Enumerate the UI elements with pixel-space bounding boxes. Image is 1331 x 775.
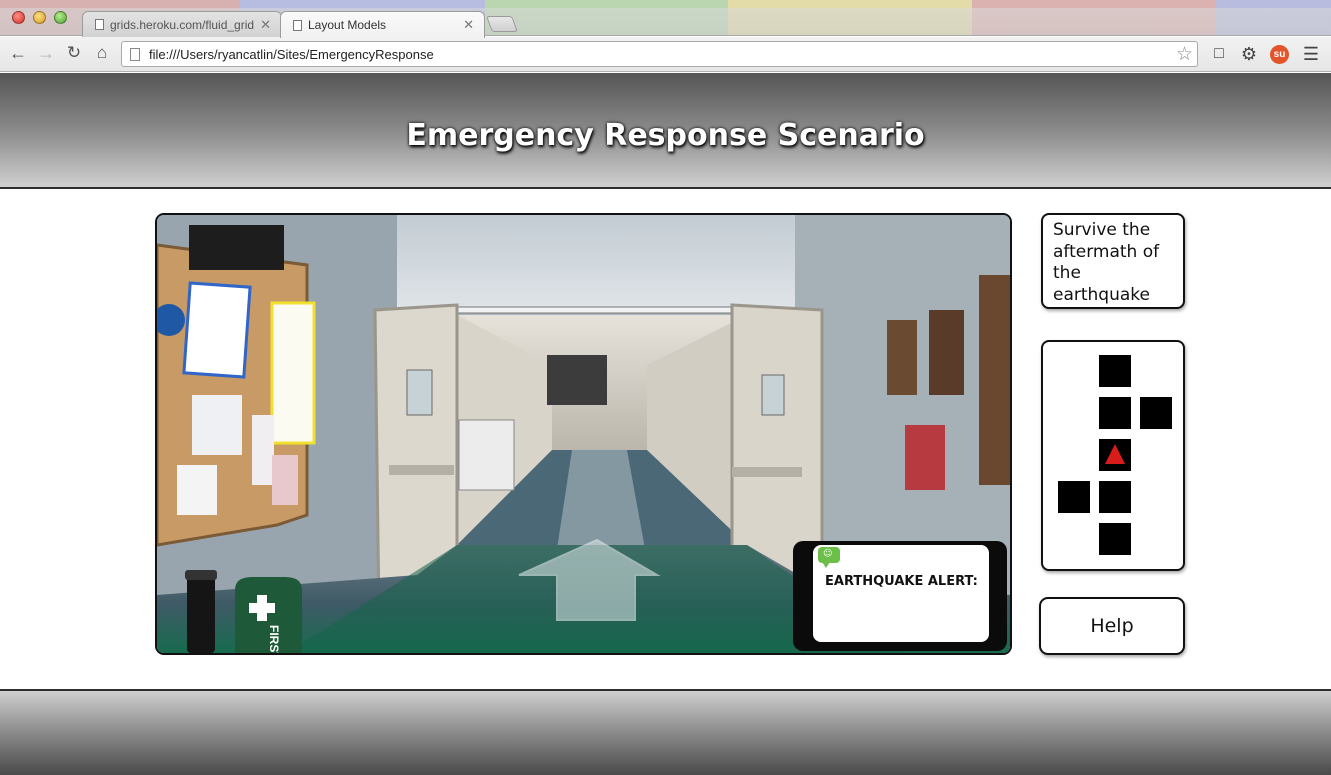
address-bar[interactable]: file:///Users/ryancatlin/Sites/Emergency… <box>121 41 1198 67</box>
page-header: Emergency Response Scenario <box>0 73 1331 189</box>
tab-title: Layout Models <box>308 18 387 32</box>
star-icon[interactable]: ☆ <box>1176 43 1193 66</box>
stumbleupon-icon[interactable]: su <box>1270 45 1289 64</box>
minimap-room <box>1099 355 1131 387</box>
objective-panel: Survive the aftermath of the earthquake <box>1041 213 1185 309</box>
page-icon <box>95 19 104 30</box>
browser-toolbar: ← → ↻ ⌂ file:///Users/ryancatlin/Sites/E… <box>0 37 1331 72</box>
help-button[interactable]: Help <box>1039 597 1185 655</box>
alert-panel: ☺ EARTHQUAKE ALERT: <box>793 541 1007 651</box>
first-aid-kit-item[interactable] <box>235 577 303 653</box>
zoom-window-button[interactable] <box>54 11 67 24</box>
reload-icon[interactable]: ↻ <box>63 42 85 64</box>
tab-title: grids.heroku.com/fluid_grid <box>110 17 255 32</box>
scene-view: FIRST AID ☺ EARTHQUAKE ALERT: <box>155 213 1012 655</box>
gear-icon[interactable]: ⚙ <box>1239 44 1259 64</box>
objective-text: Survive the aftermath of the earthquake <box>1053 220 1160 305</box>
forward-arrow-icon[interactable]: → <box>35 42 57 64</box>
minimap-room <box>1099 481 1131 513</box>
minimap-room <box>1058 481 1090 513</box>
chat-bubble-icon: ☺ <box>818 547 840 568</box>
minimap-room <box>1140 397 1172 429</box>
close-window-button[interactable] <box>12 11 25 24</box>
new-tab-button[interactable] <box>486 16 518 32</box>
minimap-current-position-icon <box>1099 439 1131 471</box>
back-arrow-icon[interactable]: ← <box>7 42 29 64</box>
minimap-room <box>1099 523 1131 555</box>
close-tab-icon[interactable]: ✕ <box>463 17 474 33</box>
forward-navigation-arrow[interactable] <box>519 540 659 622</box>
home-icon[interactable]: ⌂ <box>91 42 113 64</box>
address-text[interactable]: file:///Users/ryancatlin/Sites/Emergency… <box>149 47 434 62</box>
minimap <box>1041 340 1185 571</box>
hamburger-menu-icon[interactable]: ☰ <box>1301 44 1321 64</box>
tab-layout-models[interactable]: Layout Models ✕ <box>280 11 485 38</box>
minimize-window-button[interactable] <box>33 11 46 24</box>
page-icon <box>130 47 140 61</box>
page-title: Emergency Response Scenario <box>406 118 925 153</box>
tab-grids-heroku[interactable]: grids.heroku.com/fluid_grid ✕ <box>82 11 282 37</box>
minimap-room <box>1099 397 1131 429</box>
close-tab-icon[interactable]: ✕ <box>260 17 271 33</box>
page-footer <box>0 689 1331 775</box>
page-icon <box>293 19 302 31</box>
flashlight-item[interactable] <box>185 570 219 653</box>
alert-title: EARTHQUAKE ALERT: <box>825 574 978 589</box>
device-extension-icon[interactable]: □ <box>1209 44 1229 64</box>
